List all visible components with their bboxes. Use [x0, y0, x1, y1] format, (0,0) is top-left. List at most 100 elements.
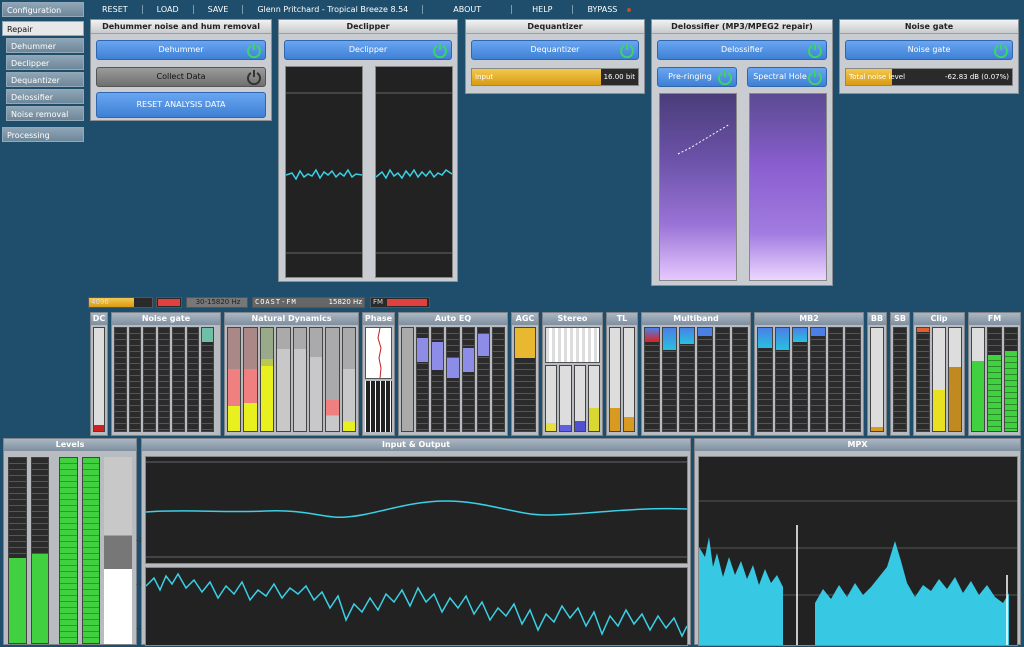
noise-gate-panel: Noise gate Noise gate Total noise level … [839, 19, 1019, 94]
declipper-left-scope [285, 66, 363, 278]
meter-bar [609, 327, 621, 432]
meter-bar [559, 365, 572, 432]
meter-bar-level [462, 348, 474, 372]
bypass-button[interactable]: BYPASS [573, 5, 645, 14]
level-bar [30, 457, 49, 644]
preringing-label: Pre-ringing [668, 72, 712, 81]
noise-gate-button-label: Noise gate [907, 45, 951, 54]
nav-dequantizer[interactable]: Dequantizer [6, 72, 84, 87]
meter-bar [446, 327, 460, 432]
status-strip: 4096 30-15820 Hz COAST-FM 15820 Hz FM [88, 297, 448, 309]
spectrogram-trace [677, 123, 731, 155]
nav-noise-removal[interactable]: Noise removal [6, 106, 84, 121]
levels-meters: -6 -12 -18 -24 [8, 457, 146, 644]
preset-name[interactable]: Glenn Pritchard - Tropical Breeze 8.54 [243, 4, 424, 14]
preringing-button[interactable]: Pre-ringing [657, 67, 737, 87]
reset-button[interactable]: RESET [88, 4, 143, 14]
waveform [375, 92, 453, 254]
input-value: 16.00 bit [603, 73, 635, 81]
meter-bar-level [202, 328, 214, 342]
meter-bar [114, 327, 127, 432]
meter-bar [774, 327, 791, 432]
nav-processing[interactable]: Processing [2, 127, 84, 142]
meter-bar [573, 365, 586, 432]
meter-bar [431, 327, 445, 432]
help-button[interactable]: HELP [512, 4, 574, 14]
sb-bar-group [893, 327, 907, 432]
nav-dehummer[interactable]: Dehummer [6, 38, 84, 53]
fm-label: FM [373, 298, 384, 306]
load-button[interactable]: LOAD [143, 4, 194, 14]
mpx-panel: MPX [694, 438, 1021, 646]
level-bar-fill [82, 458, 99, 643]
save-button[interactable]: SAVE [194, 4, 244, 14]
meter-bar [201, 327, 215, 432]
mb2-title: MB2 [755, 313, 863, 325]
noise-level-meter: Total noise level -62.83 dB (0.07%) [845, 68, 1013, 86]
auto-eq-bars [401, 327, 505, 432]
input-waveform [145, 456, 688, 564]
meter-bar [971, 327, 986, 432]
input-output-title: Input & Output [142, 439, 690, 451]
bypass-led-icon [627, 7, 632, 12]
multiband-bars [644, 327, 749, 432]
levels-panel: Levels -6 -12 -18 -24 [3, 438, 146, 645]
meter-bar-level [698, 328, 712, 336]
nav-repair[interactable]: Repair [2, 21, 84, 36]
phase-title: Phase [363, 313, 394, 325]
tl-panel: TL [606, 312, 638, 436]
input-trace [145, 461, 688, 558]
agc-panel: AGC [511, 312, 539, 436]
nav-declipper[interactable]: Declipper [6, 55, 84, 70]
dehummer-button[interactable]: Dehummer [96, 40, 266, 60]
power-icon [994, 43, 1008, 58]
meter-bar [987, 327, 1002, 432]
level-bar [8, 457, 27, 644]
multiband-panel: Multiband [641, 312, 751, 436]
output-waveform [145, 567, 688, 646]
station-logo: COAST-FM [255, 298, 297, 306]
noise-gate-bars [114, 327, 215, 432]
reset-analysis-button[interactable]: RESET ANALYSIS DATA [96, 92, 266, 118]
agc-title: AGC [512, 313, 538, 325]
meter-bar [172, 327, 185, 432]
agc-bar-level [515, 328, 535, 358]
meter-bar-level [933, 389, 945, 431]
delossifier-title: Delossifier (MP3/MPEG2 repair) [652, 20, 832, 34]
dequantizer-button[interactable]: Dequantizer [471, 40, 639, 60]
meter-bar [259, 327, 275, 432]
meter-bar-level [447, 358, 459, 378]
meter-bar-level [758, 328, 772, 348]
meter-bar [792, 327, 809, 432]
meter-bar [916, 327, 930, 432]
noise-gate-button[interactable]: Noise gate [845, 40, 1013, 60]
bb-bar-level [871, 426, 883, 431]
mb2-panel: MB2 [754, 312, 864, 436]
meter-bar [932, 327, 946, 432]
meter-bar [491, 327, 505, 432]
nav-delossifier[interactable]: Delossifier [6, 89, 84, 104]
meter-bar-level [645, 328, 659, 342]
power-icon [718, 70, 732, 85]
meter-bar-level [417, 338, 429, 362]
phase-display [365, 327, 392, 432]
meter-bar [827, 327, 844, 432]
level-bar [81, 457, 100, 644]
meter-bar [416, 327, 430, 432]
meter-bar [476, 327, 490, 432]
nav-configuration[interactable]: Configuration [2, 2, 84, 17]
meter-bar-level [662, 328, 677, 350]
meter-bar-level [293, 348, 306, 431]
spectral-hole-button[interactable]: Spectral Hole [747, 67, 827, 87]
delossifier-button[interactable]: Delossifier [657, 40, 827, 60]
declipper-button[interactable]: Declipper [284, 40, 452, 60]
about-button[interactable]: ABOUT [423, 4, 513, 14]
meter-bar-level [972, 360, 985, 431]
meter-bar-level [793, 328, 808, 342]
meter-bar [325, 327, 340, 432]
collect-data-button[interactable]: Collect Data [96, 67, 266, 87]
meter-bar-level [326, 400, 339, 431]
meter-bar [845, 327, 862, 432]
meter-bar [243, 327, 258, 432]
dequantizer-panel: Dequantizer Dequantizer Input 16.00 bit [465, 19, 645, 94]
